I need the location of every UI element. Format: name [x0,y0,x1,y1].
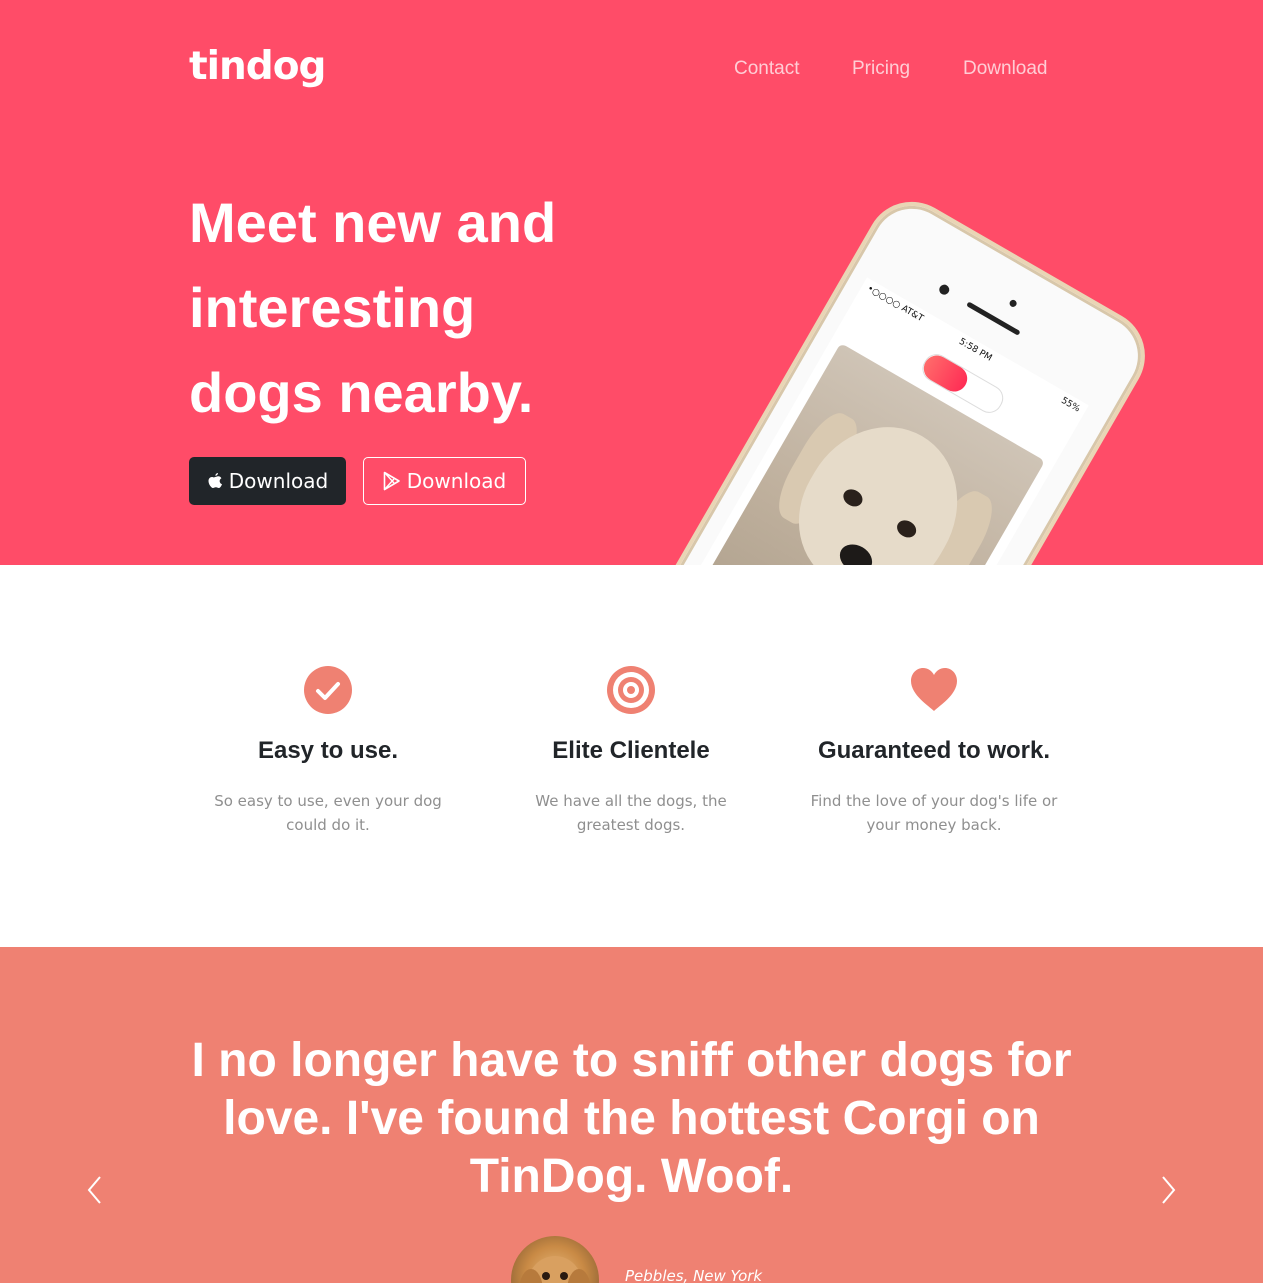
google-play-download-label: Download [406,469,507,493]
features-section: Easy to use. So easy to use, even your d… [0,565,1263,947]
phone-screen: •○○○○ AT&T 5:58 PM 55% [647,277,1089,565]
chevron-left-icon [85,1176,105,1209]
iphone-mockup-image: •○○○○ AT&T 5:58 PM 55% [591,185,1162,565]
brand-logo[interactable]: tindog [189,44,326,89]
nav-link-download[interactable]: Download [963,58,1048,80]
feature-title: Elite Clientele [552,737,710,764]
hero-headline-line: Meet new and [189,191,557,254]
feature-guaranteed: Guaranteed to work. Find the love of you… [799,665,1069,837]
title-section: tindog Contact Pricing Download Meet new… [0,0,1263,565]
check-circle-icon [193,665,463,715]
heart-icon [799,665,1069,715]
dog-photo [660,343,1046,565]
carousel-prev-button[interactable] [85,1175,105,1205]
hero-headline-line: dogs nearby. [189,361,534,424]
phone-time: 5:58 PM [957,336,994,364]
testimonial-author: Pebbles, New York [625,1267,763,1283]
apple-download-button[interactable]: Download [189,457,346,505]
phone-carrier: •○○○○ AT&T [865,283,925,325]
chevron-right-icon [1158,1176,1178,1209]
feature-text: Find the love of your dog's life or your… [810,792,1058,834]
feature-easy: Easy to use. So easy to use, even your d… [193,665,463,837]
hero-headline-line: interesting [189,276,476,339]
carousel-next-button[interactable] [1158,1175,1178,1205]
apple-download-label: Download [228,469,329,493]
testimonials-section: I no longer have to sniff other dogs for… [0,947,1263,1283]
hero-headline: Meet new and interesting dogs nearby. [189,180,629,435]
feature-text: So easy to use, even your dog could do i… [214,792,442,834]
phone-sensor [1008,298,1018,309]
nav-link-pricing[interactable]: Pricing [852,58,910,80]
testimonial-quote: I no longer have to sniff other dogs for… [191,1034,1072,1203]
feature-elite: Elite Clientele We have all the dogs, th… [496,665,766,837]
google-play-download-button[interactable]: Download [363,457,526,505]
feature-title: Easy to use. [257,737,399,764]
apple-icon [207,472,223,490]
feature-title: Guaranteed to work. [817,737,1051,764]
feature-text: We have all the dogs, the greatest dogs. [535,792,727,834]
google-play-icon [383,471,401,491]
phone-camera [937,282,952,297]
phone-battery: 55% [1059,395,1082,415]
testimonial-avatar [511,1236,599,1283]
flame-icon [919,350,972,397]
nav-link-contact[interactable]: Contact [734,58,799,80]
bullseye-icon [496,665,766,715]
